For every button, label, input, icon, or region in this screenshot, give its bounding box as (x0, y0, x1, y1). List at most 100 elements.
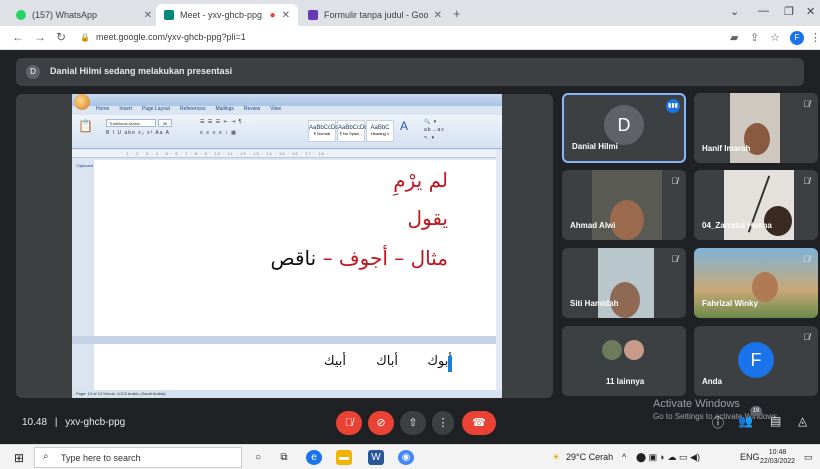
close-window-button[interactable]: ✕ (806, 5, 815, 18)
taskbar-search-box[interactable]: ⌕ Type here to search (34, 447, 242, 468)
participant-tile[interactable]: 🎙̸ Ahmad Alwi (562, 170, 686, 240)
arabic-word: أبيك (323, 354, 346, 369)
language-indicator[interactable]: ENG (740, 452, 760, 462)
forms-icon (308, 10, 318, 20)
present-button[interactable]: ⇧ (400, 411, 426, 435)
tab-whatsapp[interactable]: (157) WhatsApp ✕ (8, 4, 160, 26)
meeting-time: 10.48 (22, 417, 48, 428)
presentation-stage: Home Insert Page Layout References Maili… (16, 94, 553, 398)
lock-icon: 🔒 (80, 33, 90, 42)
ribbon-tab: View (270, 106, 282, 112)
others-tile[interactable]: 11 lainnya (562, 326, 686, 396)
tab-search-icon[interactable]: ⌄ (730, 5, 739, 18)
search-icon: ⌕ (43, 451, 49, 462)
muted-mic-icon: 🎙̸ (671, 254, 678, 264)
participant-tile[interactable]: 🎙̸ Hanif Imarah (694, 93, 818, 163)
share-icon[interactable]: ⇪ (750, 31, 759, 44)
reload-icon[interactable]: ↻ (56, 30, 66, 44)
arabic-line: يقول (407, 206, 448, 230)
shared-word-window: Home Insert Page Layout References Maili… (72, 94, 502, 398)
camera-icon[interactable]: ▰ (730, 31, 738, 44)
presentation-banner: D Danial Hilmi sedang melakukan presenta… (16, 58, 804, 86)
participant-name: 04_Zarratul Husna (702, 221, 772, 230)
tray-chevron-icon[interactable]: ^ (622, 452, 626, 462)
text-selection-cursor (448, 356, 452, 372)
ribbon-tab: Insert (119, 106, 132, 112)
avatar: F (738, 342, 774, 378)
find-icon: 🔍 ▾ (424, 119, 438, 125)
word-icon[interactable]: W (368, 450, 384, 465)
edge-icon[interactable]: e (306, 450, 322, 465)
arabic-line: مثال – أجوف – ناقص (270, 246, 448, 270)
close-icon[interactable]: ✕ (282, 10, 290, 21)
document-page: لم يرْمِ يقول مثال – أجوف – ناقص (94, 160, 496, 336)
participant-name: Fahrizal Winky (702, 299, 758, 308)
menu-icon[interactable]: ⋮ (810, 31, 820, 44)
style-no-spacing: AaBbCcDc ¶ No Spaci... (337, 120, 367, 142)
paste-icon: 📋 (78, 119, 93, 133)
browser-tab-strip: (157) WhatsApp ✕ Meet - yxv-ghcb-ppg ● ✕… (0, 0, 820, 26)
task-view-icon[interactable]: ⧉ (276, 450, 292, 465)
participant-name: Hanif Imarah (702, 144, 751, 153)
participant-tile[interactable]: D ▮▮▮ Danial Hilmi (562, 93, 686, 163)
weather-icon: ☀ (552, 452, 561, 462)
clock-time: 10:48 (768, 449, 787, 456)
people-count-badge: 19 (750, 406, 762, 416)
notifications-icon[interactable]: ▭ (804, 452, 813, 463)
people-icon[interactable]: 👥 (738, 414, 753, 428)
cortana-icon[interactable]: ○ (250, 450, 266, 465)
avatar (602, 340, 622, 360)
back-icon[interactable]: ← (12, 30, 24, 44)
replace-icon: ab→ac (424, 127, 445, 133)
chrome-icon[interactable]: ◉ (398, 450, 414, 465)
search-placeholder: Type here to search (61, 453, 141, 463)
tray-icons[interactable]: ⬤ ▣ ◗ ☁ ▭ ◀) (636, 452, 700, 463)
muted-mic-icon: 🎙̸ (671, 176, 678, 186)
info-icon[interactable]: ⓘ (712, 414, 724, 431)
bookmark-star-icon[interactable]: ☆ (770, 31, 780, 44)
activate-windows-title: Activate Windows (653, 398, 740, 410)
weather-text: 29°C Cerah (566, 452, 614, 462)
arabic-text: يقول (407, 206, 448, 230)
muted-mic-icon: 🎙̸ (803, 99, 810, 109)
tab-google-forms[interactable]: Formulir tanpa judul - Google Fo ✕ (300, 4, 450, 26)
tab-label: Formulir tanpa judul - Google Fo (324, 10, 428, 20)
more-options-button[interactable]: ⋮ (432, 411, 454, 435)
ribbon-tab: References (179, 106, 206, 112)
url-field[interactable]: 🔒 meet.google.com/yxv-ghcb-ppg?pli=1 (80, 32, 246, 42)
profile-avatar[interactable]: F (790, 31, 804, 45)
end-call-button[interactable]: ☎ (462, 411, 496, 435)
avatar: D (604, 105, 644, 145)
restore-button[interactable]: ❐ (784, 5, 794, 18)
mic-toggle-button[interactable]: 🎙̸ (336, 411, 362, 435)
taskbar-clock[interactable]: 10:48 22/03/2022 (760, 448, 795, 466)
close-icon[interactable]: ✕ (144, 10, 152, 21)
close-icon[interactable]: ✕ (434, 10, 442, 21)
participant-tile-self[interactable]: F 🎙̸ Anda (694, 326, 818, 396)
forward-icon[interactable]: → (34, 30, 46, 44)
vertical-scrollbar (496, 150, 502, 390)
arabic-text-black: ناقص (270, 246, 317, 270)
minimize-button[interactable]: — (758, 5, 769, 17)
camera-toggle-button[interactable]: ⊘ (368, 411, 394, 435)
meeting-info: 10.48 | yxv-ghcb-ppg (22, 417, 125, 428)
file-explorer-icon[interactable]: ▬ (336, 450, 352, 465)
windows-taskbar: ⊞ ⌕ Type here to search ○ ⧉ e ▬ W ◉ ☀ 29… (0, 444, 820, 469)
participant-tile[interactable]: 🎙̸ Siti Hamidah (562, 248, 686, 318)
participant-tile[interactable]: 🎙̸ Fahrizal Winky (694, 248, 818, 318)
tab-meet[interactable]: Meet - yxv-ghcb-ppg ● ✕ (156, 4, 298, 26)
tab-label: Meet - yxv-ghcb-ppg (180, 10, 263, 20)
style-heading-1: AaBbC Heading 1 (366, 120, 394, 142)
chat-icon[interactable]: ▤ (770, 414, 781, 428)
select-icon: ↖ ▾ (424, 135, 436, 141)
arabic-text: لم يرْمِ (393, 168, 448, 192)
style-normal: AaBbCcDc ¶ Normal (308, 120, 338, 142)
new-tab-button[interactable]: + (453, 6, 461, 21)
participant-name: Siti Hamidah (570, 299, 619, 308)
windows-start-icon[interactable]: ⊞ (14, 451, 24, 465)
word-status-bar: Page: 13 of 13 Words: 1/103 Arabic (Saud… (72, 390, 502, 398)
activities-icon[interactable]: ◬ (798, 414, 807, 428)
participant-tile[interactable]: 🎙̸ 04_Zarratul Husna (694, 170, 818, 240)
ruler: · 1 · 2 · 3 · 4 · 5 · 6 · 7 · 8 · 9 · 10… (72, 150, 502, 158)
ribbon-tab: Review (243, 106, 261, 112)
